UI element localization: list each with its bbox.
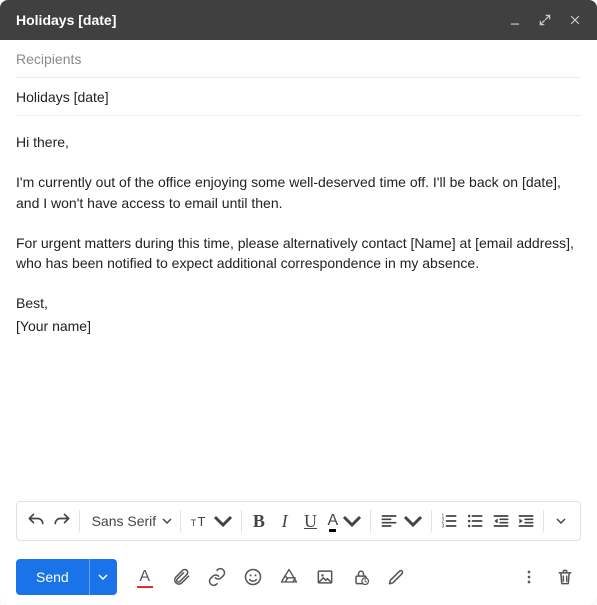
body-closing: Best, bbox=[16, 293, 581, 313]
message-body[interactable]: Hi there, I'm currently out of the offic… bbox=[0, 116, 597, 501]
font-size-button[interactable]: T T bbox=[185, 506, 237, 536]
insert-drive-button[interactable] bbox=[273, 561, 305, 593]
insert-signature-button[interactable] bbox=[381, 561, 413, 593]
fullscreen-button[interactable] bbox=[537, 12, 553, 28]
window-title: Holidays [date] bbox=[16, 12, 507, 28]
recipients-input[interactable] bbox=[16, 51, 581, 67]
italic-button[interactable]: I bbox=[272, 506, 298, 536]
bulleted-list-icon bbox=[465, 511, 485, 531]
bold-button[interactable]: B bbox=[246, 506, 272, 536]
expand-icon bbox=[538, 13, 552, 27]
italic-icon: I bbox=[282, 512, 288, 530]
separator bbox=[241, 510, 242, 532]
send-options-button[interactable] bbox=[89, 559, 117, 595]
lock-clock-icon bbox=[351, 567, 371, 587]
trash-icon bbox=[555, 567, 575, 587]
header-fields bbox=[0, 40, 597, 116]
body-greeting: Hi there, bbox=[16, 132, 581, 152]
chevron-down-icon bbox=[403, 511, 423, 531]
text-color-icon: A bbox=[327, 512, 338, 530]
body-signature: [Your name] bbox=[16, 316, 581, 336]
formatting-options-button[interactable]: A bbox=[129, 561, 161, 593]
more-options-button[interactable] bbox=[513, 561, 545, 593]
svg-text:T: T bbox=[197, 514, 205, 529]
smile-icon bbox=[243, 567, 263, 587]
indent-less-button[interactable] bbox=[488, 506, 514, 536]
text-format-icon: A bbox=[139, 568, 150, 586]
close-icon bbox=[568, 13, 582, 27]
numbered-list-button[interactable]: 123 bbox=[436, 506, 462, 536]
pen-icon bbox=[387, 567, 407, 587]
text-color-button[interactable]: A bbox=[323, 506, 366, 536]
chevron-down-icon bbox=[342, 511, 362, 531]
minimize-icon bbox=[508, 13, 522, 27]
recipients-row[interactable] bbox=[16, 40, 581, 78]
bottom-toolbar: Send A bbox=[0, 549, 597, 605]
titlebar[interactable]: Holidays [date] bbox=[0, 0, 597, 40]
paperclip-icon bbox=[171, 567, 191, 587]
redo-button[interactable] bbox=[49, 506, 75, 536]
numbered-list-icon: 123 bbox=[439, 511, 459, 531]
chevron-down-icon bbox=[556, 516, 566, 526]
minimize-button[interactable] bbox=[507, 12, 523, 28]
bulleted-list-button[interactable] bbox=[462, 506, 488, 536]
align-left-icon bbox=[379, 511, 399, 531]
underline-icon: U bbox=[304, 512, 317, 530]
image-icon bbox=[315, 567, 335, 587]
link-icon bbox=[207, 567, 227, 587]
drive-icon bbox=[279, 567, 299, 587]
bold-icon: B bbox=[253, 512, 265, 530]
underline-button[interactable]: U bbox=[298, 506, 324, 536]
insert-photo-button[interactable] bbox=[309, 561, 341, 593]
close-button[interactable] bbox=[567, 12, 583, 28]
separator bbox=[543, 510, 544, 532]
confidential-mode-button[interactable] bbox=[345, 561, 377, 593]
font-family-select[interactable]: Sans Serif bbox=[84, 513, 177, 529]
svg-text:T: T bbox=[191, 518, 197, 528]
attach-file-button[interactable] bbox=[165, 561, 197, 593]
formatting-toolbar: Sans Serif T T B I U A 123 bbox=[16, 501, 581, 541]
discard-draft-button[interactable] bbox=[549, 561, 581, 593]
separator bbox=[180, 510, 181, 532]
insert-link-button[interactable] bbox=[201, 561, 233, 593]
compose-window: Holidays [date] Hi there, I'm currently … bbox=[0, 0, 597, 605]
indent-increase-icon bbox=[516, 511, 536, 531]
font-family-label: Sans Serif bbox=[92, 513, 157, 529]
text-size-icon: T T bbox=[189, 511, 209, 531]
subject-input[interactable] bbox=[16, 89, 581, 105]
more-formatting-button[interactable] bbox=[548, 506, 574, 536]
chevron-down-icon bbox=[213, 511, 233, 531]
body-paragraph-1: I'm currently out of the office enjoying… bbox=[16, 172, 581, 213]
chevron-down-icon bbox=[98, 572, 108, 582]
chevron-down-icon bbox=[162, 516, 172, 526]
body-paragraph-2: For urgent matters during this time, ple… bbox=[16, 233, 581, 274]
separator bbox=[79, 510, 80, 532]
indent-more-button[interactable] bbox=[513, 506, 539, 536]
insert-emoji-button[interactable] bbox=[237, 561, 269, 593]
redo-icon bbox=[52, 511, 72, 531]
undo-icon bbox=[26, 511, 46, 531]
separator bbox=[431, 510, 432, 532]
send-group: Send bbox=[16, 559, 117, 595]
indent-decrease-icon bbox=[491, 511, 511, 531]
align-button[interactable] bbox=[375, 506, 427, 536]
send-button[interactable]: Send bbox=[16, 559, 89, 595]
more-vertical-icon bbox=[519, 567, 539, 587]
separator bbox=[370, 510, 371, 532]
window-controls bbox=[507, 12, 583, 28]
svg-text:3: 3 bbox=[441, 524, 444, 530]
subject-row[interactable] bbox=[16, 78, 581, 116]
undo-button[interactable] bbox=[23, 506, 49, 536]
